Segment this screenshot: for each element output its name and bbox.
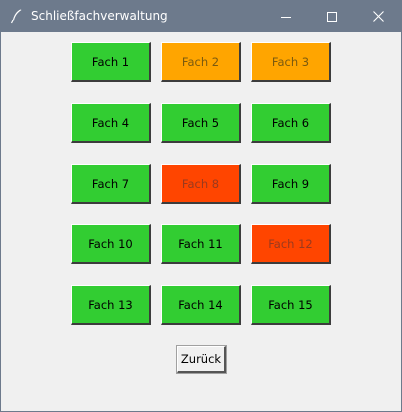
minimize-button[interactable] bbox=[263, 1, 309, 32]
locker-button-11[interactable]: Fach 11 bbox=[161, 224, 241, 264]
app-window: Schließfachverwaltung Fach 1 Fach 2 Fach 3… bbox=[0, 0, 402, 412]
maximize-button[interactable] bbox=[309, 1, 355, 32]
window-title: Schließfachverwaltung bbox=[31, 9, 168, 23]
locker-button-1[interactable]: Fach 1 bbox=[71, 42, 151, 82]
locker-button-10[interactable]: Fach 10 bbox=[71, 224, 151, 264]
locker-button-2[interactable]: Fach 2 bbox=[161, 42, 241, 82]
minimize-icon bbox=[281, 7, 291, 26]
locker-button-4[interactable]: Fach 4 bbox=[71, 103, 151, 143]
locker-button-12[interactable]: Fach 12 bbox=[251, 224, 331, 264]
locker-button-8[interactable]: Fach 8 bbox=[161, 164, 241, 204]
maximize-icon bbox=[327, 7, 337, 26]
locker-button-14[interactable]: Fach 14 bbox=[161, 285, 241, 325]
close-icon bbox=[372, 7, 384, 26]
locker-button-6[interactable]: Fach 6 bbox=[251, 103, 331, 143]
back-button[interactable]: Zurück bbox=[176, 345, 227, 374]
locker-button-9[interactable]: Fach 9 bbox=[251, 164, 331, 204]
locker-panel: Fach 1 Fach 2 Fach 3 Fach 4 Fach 5 Fach 6 Fach… bbox=[1, 32, 401, 411]
locker-button-5[interactable]: Fach 5 bbox=[161, 103, 241, 143]
locker-button-7[interactable]: Fach 7 bbox=[71, 164, 151, 204]
feather-icon bbox=[9, 8, 25, 24]
close-button[interactable] bbox=[355, 1, 401, 32]
locker-button-3[interactable]: Fach 3 bbox=[251, 42, 331, 82]
locker-button-13[interactable]: Fach 13 bbox=[71, 285, 151, 325]
title-bar[interactable]: Schließfachverwaltung bbox=[1, 1, 401, 32]
locker-button-15[interactable]: Fach 15 bbox=[251, 285, 331, 325]
